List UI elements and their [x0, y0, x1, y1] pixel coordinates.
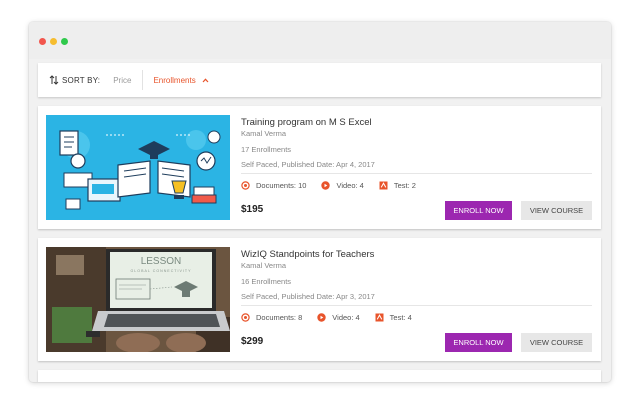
documents-stat: Documents: 10 — [241, 181, 306, 190]
course-price: $195 — [241, 204, 264, 215]
course-meta: Self Paced, Published Date: Apr 4, 2017 — [241, 160, 375, 169]
test-count: Test: 2 — [393, 180, 416, 190]
view-course-button[interactable]: VIEW COURSE — [521, 201, 592, 220]
video-count: Video: 4 — [332, 312, 360, 322]
lesson-subheading: GLOBAL CONNECTIVITY — [130, 269, 191, 273]
divider — [241, 305, 592, 306]
documents-stat: Documents: 8 — [241, 313, 302, 322]
laptop-lesson-photo: LESSON GLOBAL CONNECTIVITY — [46, 247, 230, 352]
course-price: $299 — [241, 336, 264, 347]
sort-bar: SORT BY: Price Enrollments — [38, 63, 601, 97]
play-icon — [317, 312, 326, 322]
course-thumbnail[interactable] — [46, 115, 230, 220]
course-meta: Self Paced, Published Date: Apr 3, 2017 — [241, 292, 375, 301]
divider — [241, 173, 592, 174]
test-count: Test: 4 — [389, 312, 412, 322]
chevron-up-icon — [202, 77, 209, 82]
sort-option-price[interactable]: Price — [113, 76, 131, 85]
documents-count: Documents: 8 — [256, 312, 303, 322]
sort-by-label: SORT BY: — [62, 75, 101, 85]
course-stats: Documents: 8 Video: 4 Test: 4 — [241, 311, 427, 323]
sort-arrows-icon — [49, 75, 59, 85]
play-icon — [321, 180, 331, 190]
view-course-button[interactable]: VIEW COURSE — [521, 333, 592, 352]
course-card: LESSON GLOBAL CONNECTIVITY WizIQ Standpo… — [38, 238, 601, 361]
course-author: Kamal Verma — [241, 261, 287, 270]
document-icon — [241, 312, 250, 322]
course-title[interactable]: WizIQ Standpoints for Teachers — [241, 249, 374, 260]
sort-divider — [142, 70, 144, 90]
course-enrollments: 17 Enrollments — [241, 145, 292, 154]
sort-option-enrollments[interactable]: Enrollments — [153, 75, 209, 85]
document-icon — [241, 180, 250, 190]
test-stat: Test: 4 — [375, 313, 412, 322]
browser-window: SORT BY: Price Enrollments Training prog… — [29, 22, 611, 382]
course-card: Training program on M S Excel Kamal Verm… — [38, 106, 601, 229]
course-info: Training program on M S Excel Kamal Verm… — [241, 106, 601, 229]
course-author: Kamal Verma — [241, 129, 287, 138]
course-info: WizIQ Standpoints for Teachers Kamal Ver… — [241, 238, 601, 361]
maximize-window-dot[interactable] — [61, 38, 68, 45]
course-enrollments: 16 Enrollments — [241, 277, 292, 286]
video-count: Video: 4 — [336, 180, 364, 190]
test-icon — [379, 181, 388, 189]
enroll-now-button[interactable]: ENROLL NOW — [445, 201, 512, 220]
video-stat: Video: 4 — [317, 312, 360, 322]
sort-option-enrollments-label: Enrollments — [153, 75, 196, 85]
education-illustration — [46, 115, 230, 220]
course-title[interactable]: Training program on M S Excel — [241, 117, 372, 128]
close-window-dot[interactable] — [39, 38, 46, 45]
minimize-window-dot[interactable] — [50, 38, 57, 45]
window-titlebar — [29, 22, 611, 59]
documents-count: Documents: 10 — [256, 180, 307, 190]
course-thumbnail[interactable]: LESSON GLOBAL CONNECTIVITY — [46, 247, 230, 352]
lesson-heading: LESSON — [141, 256, 182, 267]
video-stat: Video: 4 — [321, 180, 364, 190]
course-stats: Documents: 10 Video: 4 Test: 2 — [241, 179, 431, 191]
test-icon — [375, 313, 384, 321]
course-card-partial — [38, 370, 601, 382]
enroll-now-button[interactable]: ENROLL NOW — [445, 333, 512, 352]
test-stat: Test: 2 — [379, 181, 416, 190]
